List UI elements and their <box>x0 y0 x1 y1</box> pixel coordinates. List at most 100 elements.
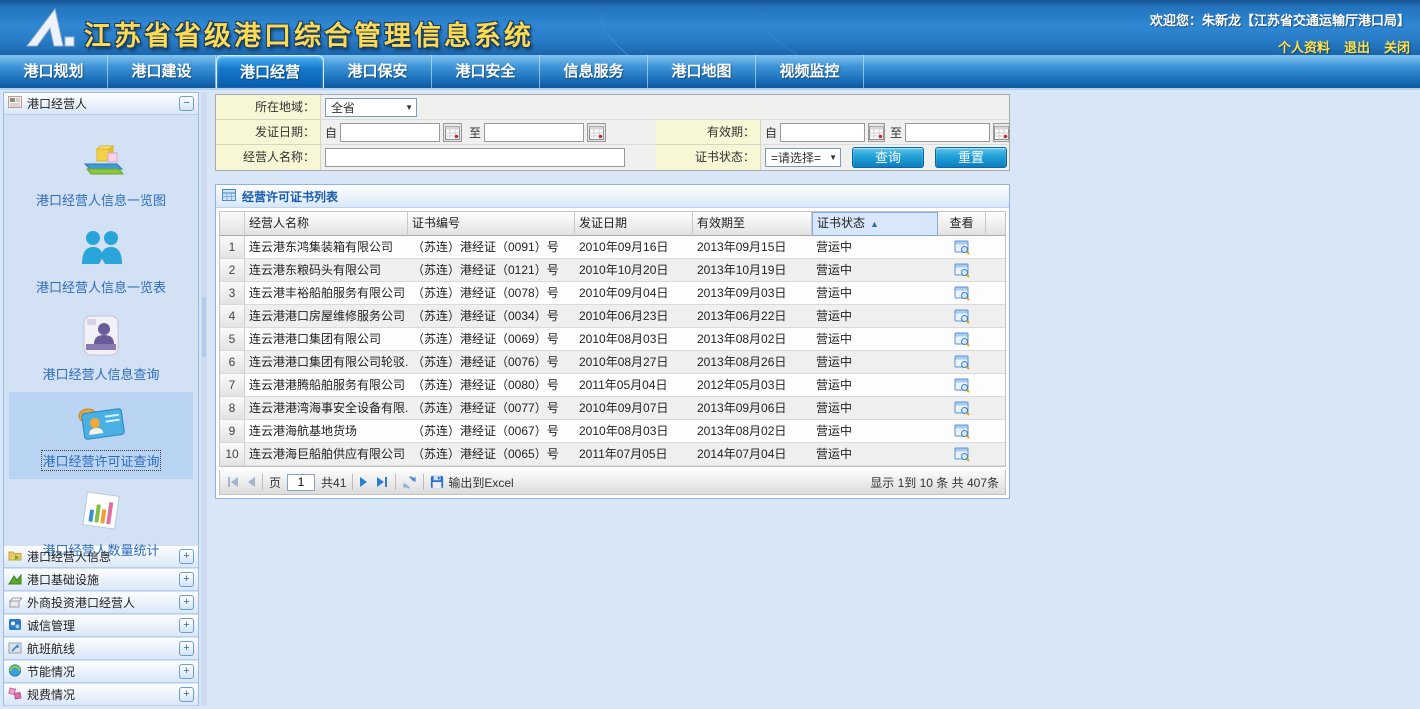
cell-cert-number: （苏连）港经证（0076）号 <box>408 351 575 373</box>
calendar-icon[interactable] <box>868 123 885 142</box>
validity-to-input[interactable] <box>905 123 990 142</box>
calendar-icon[interactable] <box>443 123 462 142</box>
collapse-minus-icon[interactable]: − <box>179 96 194 111</box>
col-cert-number[interactable]: 证书编号 <box>408 212 575 236</box>
view-record-icon[interactable] <box>954 308 970 324</box>
expand-plus-icon[interactable]: + <box>179 595 194 610</box>
col-view[interactable]: 查看 <box>938 212 986 236</box>
sidebar-panel-infrastructure[interactable]: 港口基础设施 + <box>4 569 198 591</box>
sidebar-panel-fees[interactable]: 规费情况 + <box>4 684 198 706</box>
cell-view <box>938 328 986 350</box>
sidebar-item-operator-overview-chart[interactable]: 港口经营人信息一览图 <box>9 131 193 218</box>
sidebar-panel-label: 航班航线 <box>27 640 174 657</box>
view-record-icon[interactable] <box>954 423 970 439</box>
first-page-icon[interactable] <box>226 476 240 488</box>
tab-port-planning[interactable]: 港口规划 <box>0 55 108 88</box>
operator-name-input[interactable] <box>325 148 625 167</box>
table-row[interactable]: 7连云港港腾船舶服务有限公司（苏连）港经证（0080）号2011年05月04日2… <box>220 374 1005 397</box>
logout-link[interactable]: 退出 <box>1344 37 1370 55</box>
next-page-icon[interactable] <box>359 476 369 488</box>
validity-from-input[interactable] <box>780 123 865 142</box>
tab-port-map[interactable]: 港口地图 <box>648 55 756 88</box>
refresh-icon[interactable] <box>402 475 417 490</box>
last-page-icon[interactable] <box>375 476 389 488</box>
tab-info-service[interactable]: 信息服务 <box>540 55 648 88</box>
panel-titlebar: 经营许可证书列表 <box>216 185 1009 208</box>
sidebar-item-label: 港口经营许可证查询 <box>42 451 159 470</box>
row-number: 2 <box>220 259 245 281</box>
sidebar-panel-port-operators[interactable]: 港口经营人 − <box>4 93 198 115</box>
cell-cert-status: 营运中 <box>812 259 938 281</box>
reset-button[interactable]: 重置 <box>935 147 1007 168</box>
issue-date-from-input[interactable] <box>340 123 440 142</box>
cert-status-select[interactable]: =请选择= ▼ <box>765 148 841 167</box>
cert-status-field: =请选择= ▼ 查询 重置 <box>761 145 1009 170</box>
col-cert-status-sorted[interactable]: 证书状态▲ <box>812 212 938 236</box>
table-row[interactable]: 10连云港海巨船舶供应有限公司（苏连）港经证（0065）号2011年07月05日… <box>220 443 1005 466</box>
table-row[interactable]: 3连云港丰裕船舶服务有限公司（苏连）港经证（0078）号2010年09月04日2… <box>220 282 1005 305</box>
expand-plus-icon[interactable]: + <box>179 687 194 702</box>
view-record-icon[interactable] <box>954 239 970 255</box>
sidebar-item-operator-overview-table[interactable]: 港口经营人信息一览表 <box>9 218 193 305</box>
tab-port-construction[interactable]: 港口建设 <box>108 55 216 88</box>
view-record-icon[interactable] <box>954 262 970 278</box>
tab-port-security[interactable]: 港口保安 <box>324 55 432 88</box>
page-number-input[interactable] <box>287 474 315 491</box>
view-record-icon[interactable] <box>954 400 970 416</box>
sidebar-panel-energy[interactable]: 节能情况 + <box>4 661 198 683</box>
table-row[interactable]: 9连云港海航基地货场（苏连）港经证（0067）号2010年08月03日2013年… <box>220 420 1005 443</box>
cell-operator-name: 连云港港口集团有限公司轮驳... <box>245 351 408 373</box>
expand-plus-icon[interactable]: + <box>179 549 194 564</box>
view-record-icon[interactable] <box>954 354 970 370</box>
col-operator-name[interactable]: 经营人名称 <box>245 212 408 236</box>
tab-video-monitor[interactable]: 视频监控 <box>756 55 864 88</box>
region-select[interactable]: 全省 ▼ <box>325 98 417 117</box>
view-record-icon[interactable] <box>954 377 970 393</box>
issue-date-to-input[interactable] <box>484 123 584 142</box>
cell-operator-name: 连云港东粮码头有限公司 <box>245 259 408 281</box>
cell-cert-number: （苏连）港经证（0065）号 <box>408 443 575 465</box>
calendar-icon[interactable] <box>587 123 606 142</box>
calendar-icon[interactable] <box>993 123 1010 142</box>
cell-filler <box>986 351 1005 373</box>
pager-separator <box>395 474 396 490</box>
sidebar-panel-integrity[interactable]: 诚信管理 + <box>4 615 198 637</box>
table-row[interactable]: 1连云港东鸿集装箱有限公司（苏连）港经证（0091）号2010年09月16日20… <box>220 236 1005 259</box>
table-row[interactable]: 5连云港港口集团有限公司（苏连）港经证（0069）号2010年08月03日201… <box>220 328 1005 351</box>
col-filler <box>986 212 1005 236</box>
tab-port-operation[interactable]: 港口经营 <box>216 55 324 88</box>
table-row[interactable]: 8连云港港湾海事安全设备有限...（苏连）港经证（0077）号2010年09月0… <box>220 397 1005 420</box>
sidebar-panel-operator-info[interactable]: 港口经营人信息 + <box>4 546 198 568</box>
expand-plus-icon[interactable]: + <box>179 572 194 587</box>
export-excel-button[interactable]: 输出到Excel <box>430 474 513 491</box>
expand-plus-icon[interactable]: + <box>179 618 194 633</box>
prev-page-icon[interactable] <box>246 476 256 488</box>
expand-plus-icon[interactable]: + <box>179 664 194 679</box>
col-valid-until[interactable]: 有效期至 <box>693 212 812 236</box>
cell-view <box>938 397 986 419</box>
sidebar-panel-foreign-investment[interactable]: 外商投资港口经营人 + <box>4 592 198 614</box>
tab-port-safety[interactable]: 港口安全 <box>432 55 540 88</box>
row-number: 5 <box>220 328 245 350</box>
region-selected-value: 全省 <box>331 99 397 116</box>
view-record-icon[interactable] <box>954 285 970 301</box>
sidebar-item-label: 港口经营人信息查询 <box>42 364 159 383</box>
cell-cert-number: （苏连）港经证（0069）号 <box>408 328 575 350</box>
table-row[interactable]: 2连云港东粮码头有限公司（苏连）港经证（0121）号2010年10月20日201… <box>220 259 1005 282</box>
view-record-icon[interactable] <box>954 446 970 462</box>
table-row[interactable]: 6连云港港口集团有限公司轮驳...（苏连）港经证（0076）号2010年08月2… <box>220 351 1005 374</box>
bar-chart-icon <box>78 489 124 536</box>
expand-plus-icon[interactable]: + <box>179 641 194 656</box>
sidebar-panel-routes[interactable]: 航班航线 + <box>4 638 198 660</box>
close-link[interactable]: 关闭 <box>1384 37 1410 55</box>
query-button[interactable]: 查询 <box>852 147 924 168</box>
table-grid-icon <box>222 189 236 204</box>
table-row[interactable]: 4连云港港口房屋维修服务公司（苏连）港经证（0034）号2010年06月23日2… <box>220 305 1005 328</box>
sidebar-item-operator-info-query[interactable]: 港口经营人信息查询 <box>9 305 193 392</box>
col-issue-date[interactable]: 发证日期 <box>575 212 693 236</box>
sidebar-item-license-query[interactable]: 港口经营许可证查询 <box>9 392 193 479</box>
cell-operator-name: 连云港港口集团有限公司 <box>245 328 408 350</box>
sidebar-splitter[interactable] <box>201 92 207 706</box>
view-record-icon[interactable] <box>954 331 970 347</box>
profile-link[interactable]: 个人资料 <box>1278 37 1330 55</box>
